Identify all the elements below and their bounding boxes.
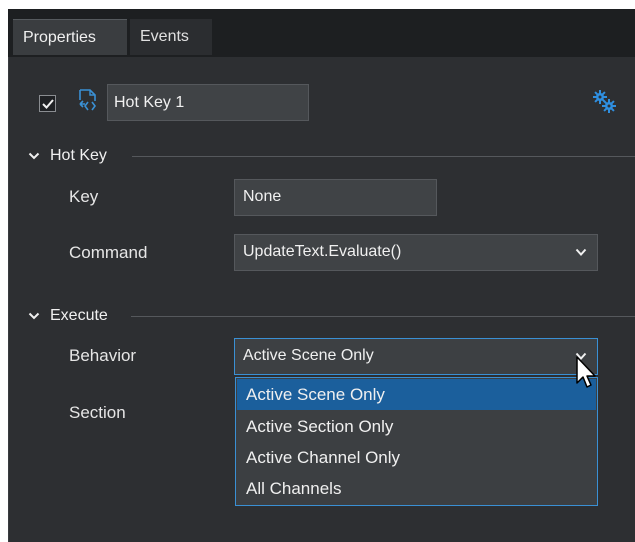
enabled-checkbox[interactable] xyxy=(39,95,56,112)
dropdown-option-active-scene-only[interactable]: Active Scene Only xyxy=(237,379,596,410)
execute-section-header[interactable]: Execute xyxy=(28,306,128,326)
key-label: Key xyxy=(69,187,99,206)
dropdown-option-all-channels[interactable]: All Channels xyxy=(237,473,596,504)
command-label: Command xyxy=(69,243,148,262)
hotkey-icon xyxy=(79,89,96,111)
tab-bar: Properties Events xyxy=(8,9,635,57)
mouse-cursor-icon xyxy=(576,356,596,388)
behavior-dropdown-list: Active Scene Only Active Section Only Ac… xyxy=(235,377,598,506)
command-select[interactable]: UpdateText.Evaluate() xyxy=(234,234,598,271)
chevron-down-icon xyxy=(575,248,587,256)
section-title: Hot Key xyxy=(50,147,107,164)
dropdown-option-active-section-only[interactable]: Active Section Only xyxy=(237,411,596,442)
gear-icon[interactable] xyxy=(592,89,618,115)
chevron-down-icon xyxy=(28,312,40,320)
behavior-select[interactable]: Active Scene Only xyxy=(234,338,598,375)
tab-properties[interactable]: Properties xyxy=(13,19,127,55)
key-input[interactable]: None xyxy=(234,179,437,216)
section-divider xyxy=(131,316,635,317)
section-divider xyxy=(132,156,635,157)
section-title: Execute xyxy=(50,307,108,324)
command-value: UpdateText.Evaluate() xyxy=(243,243,402,260)
chevron-down-icon xyxy=(28,152,40,160)
behavior-value: Active Scene Only xyxy=(243,347,374,364)
name-input[interactable]: Hot Key 1 xyxy=(107,84,309,121)
section-label: Section xyxy=(69,403,126,422)
properties-window: Properties Events Hot Key 1 Hot Key Key … xyxy=(0,0,635,542)
tab-events[interactable]: Events xyxy=(130,19,212,55)
hotkey-section-header[interactable]: Hot Key xyxy=(28,146,128,166)
behavior-label: Behavior xyxy=(69,346,137,365)
dropdown-option-active-channel-only[interactable]: Active Channel Only xyxy=(237,442,596,473)
checkmark-icon xyxy=(42,99,54,109)
